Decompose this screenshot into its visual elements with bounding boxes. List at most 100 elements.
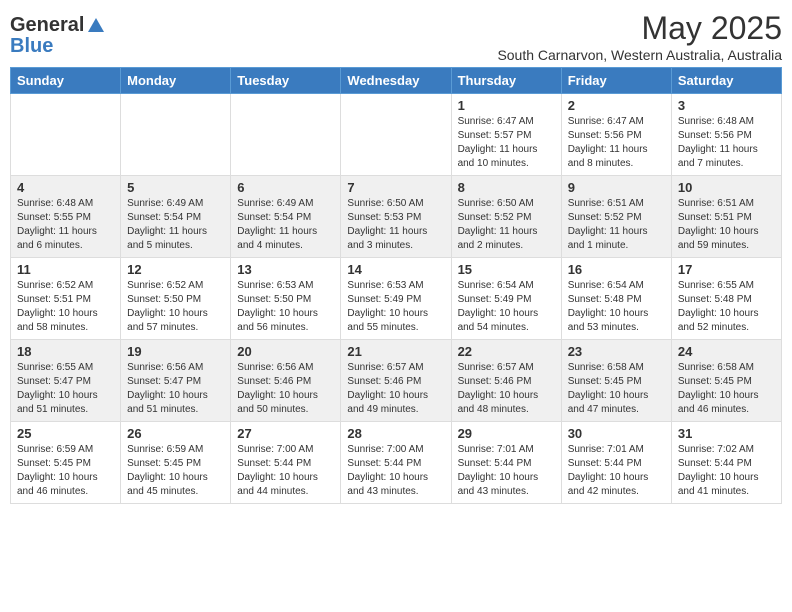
page-header: General Blue May 2025 South Carnarvon, W… (10, 10, 782, 63)
calendar-day-cell: 22Sunrise: 6:57 AM Sunset: 5:46 PM Dayli… (451, 340, 561, 422)
calendar-day-cell: 23 Sunrise: 6:58 AM Sunset: 5:45 PM Dayli… (561, 340, 671, 422)
day-info: Sunrise: 6:50 AM Sunset: 5:53 PM Dayligh… (347, 197, 444, 253)
day-info: Sunrise: 6:54 AM Sunset: 5:49 PM Dayligh… (458, 279, 555, 335)
calendar-empty-cell (11, 94, 121, 176)
calendar-header-row: SundayMondayTuesdayWednesdayThursdayFrid… (11, 68, 782, 94)
weekday-header: Monday (121, 68, 231, 94)
calendar-empty-cell (341, 94, 451, 176)
day-info: Sunrise: 6:49 AM Sunset: 5:54 PM Dayligh… (127, 197, 224, 253)
logo-icon (86, 16, 106, 36)
day-number: 3 (678, 98, 775, 113)
day-info: Sunrise: 6:54 AM Sunset: 5:48 PM Dayligh… (568, 279, 665, 335)
subtitle: South Carnarvon, Western Australia, Aust… (497, 47, 782, 63)
calendar-empty-cell (121, 94, 231, 176)
day-info: Sunrise: 6:47 AM Sunset: 5:57 PM Dayligh… (458, 115, 555, 171)
calendar-day-cell: 20 Sunrise: 6:56 AM Sunset: 5:46 PM Dayli… (231, 340, 341, 422)
day-info: Sunrise: 6:52 AM Sunset: 5:50 PM Dayligh… (127, 279, 224, 335)
day-number: 10 (678, 180, 775, 195)
day-info: Sunrise: 6:58 AM Sunset: 5:45 PM Dayligh… (568, 361, 665, 417)
day-number: 11 (17, 262, 114, 277)
day-info: Sunrise: 6:53 AM Sunset: 5:50 PM Dayligh… (237, 279, 334, 335)
day-info: Sunrise: 6:47 AM Sunset: 5:56 PM Dayligh… (568, 115, 665, 171)
day-number: 30 (568, 426, 665, 441)
weekday-header: Sunday (11, 68, 121, 94)
calendar-day-cell: 1 Sunrise: 6:47 AM Sunset: 5:57 PM Daylig… (451, 94, 561, 176)
day-info: Sunrise: 6:59 AM Sunset: 5:45 PM Dayligh… (127, 443, 224, 499)
calendar-day-cell: 17 Sunrise: 6:55 AM Sunset: 5:48 PM Dayli… (671, 258, 781, 340)
calendar-day-cell: 29Sunrise: 7:01 AM Sunset: 5:44 PM Dayli… (451, 422, 561, 504)
day-number: 2 (568, 98, 665, 113)
day-info: Sunrise: 6:49 AM Sunset: 5:54 PM Dayligh… (237, 197, 334, 253)
logo-general-text: General (10, 14, 84, 37)
calendar-day-cell: 13Sunrise: 6:53 AM Sunset: 5:50 PM Dayli… (231, 258, 341, 340)
calendar-day-cell: 30 Sunrise: 7:01 AM Sunset: 5:44 PM Dayli… (561, 422, 671, 504)
day-number: 6 (237, 180, 334, 195)
day-info: Sunrise: 7:00 AM Sunset: 5:44 PM Dayligh… (237, 443, 334, 499)
calendar-week-row: 1 Sunrise: 6:47 AM Sunset: 5:57 PM Daylig… (11, 94, 782, 176)
day-info: Sunrise: 6:59 AM Sunset: 5:45 PM Dayligh… (17, 443, 114, 499)
calendar-day-cell: 15Sunrise: 6:54 AM Sunset: 5:49 PM Dayli… (451, 258, 561, 340)
day-number: 5 (127, 180, 224, 195)
day-number: 25 (17, 426, 114, 441)
calendar-day-cell: 14 Sunrise: 6:53 AM Sunset: 5:49 PM Dayli… (341, 258, 451, 340)
day-info: Sunrise: 6:48 AM Sunset: 5:56 PM Dayligh… (678, 115, 775, 171)
day-number: 21 (347, 344, 444, 359)
day-number: 9 (568, 180, 665, 195)
day-number: 18 (17, 344, 114, 359)
day-number: 24 (678, 344, 775, 359)
calendar-day-cell: 7 Sunrise: 6:50 AM Sunset: 5:53 PM Daylig… (341, 176, 451, 258)
day-number: 14 (347, 262, 444, 277)
calendar-week-row: 4Sunrise: 6:48 AM Sunset: 5:55 PM Daylig… (11, 176, 782, 258)
logo-blue-text: Blue (10, 35, 53, 58)
calendar-week-row: 25 Sunrise: 6:59 AM Sunset: 5:45 PM Dayli… (11, 422, 782, 504)
day-info: Sunrise: 6:48 AM Sunset: 5:55 PM Dayligh… (17, 197, 114, 253)
day-info: Sunrise: 6:51 AM Sunset: 5:51 PM Dayligh… (678, 197, 775, 253)
calendar-day-cell: 27 Sunrise: 7:00 AM Sunset: 5:44 PM Dayli… (231, 422, 341, 504)
day-number: 31 (678, 426, 775, 441)
day-number: 20 (237, 344, 334, 359)
day-info: Sunrise: 6:55 AM Sunset: 5:48 PM Dayligh… (678, 279, 775, 335)
calendar-day-cell: 31Sunrise: 7:02 AM Sunset: 5:44 PM Dayli… (671, 422, 781, 504)
day-number: 23 (568, 344, 665, 359)
day-info: Sunrise: 6:56 AM Sunset: 5:47 PM Dayligh… (127, 361, 224, 417)
calendar-day-cell: 4Sunrise: 6:48 AM Sunset: 5:55 PM Daylig… (11, 176, 121, 258)
day-info: Sunrise: 6:56 AM Sunset: 5:46 PM Dayligh… (237, 361, 334, 417)
day-number: 7 (347, 180, 444, 195)
day-number: 1 (458, 98, 555, 113)
calendar-day-cell: 12 Sunrise: 6:52 AM Sunset: 5:50 PM Dayli… (121, 258, 231, 340)
weekday-header: Tuesday (231, 68, 341, 94)
day-info: Sunrise: 6:55 AM Sunset: 5:47 PM Dayligh… (17, 361, 114, 417)
calendar-day-cell: 16 Sunrise: 6:54 AM Sunset: 5:48 PM Dayli… (561, 258, 671, 340)
calendar-day-cell: 6 Sunrise: 6:49 AM Sunset: 5:54 PM Daylig… (231, 176, 341, 258)
day-number: 28 (347, 426, 444, 441)
day-number: 16 (568, 262, 665, 277)
weekday-header: Wednesday (341, 68, 451, 94)
day-info: Sunrise: 6:50 AM Sunset: 5:52 PM Dayligh… (458, 197, 555, 253)
calendar-day-cell: 18 Sunrise: 6:55 AM Sunset: 5:47 PM Dayli… (11, 340, 121, 422)
day-number: 12 (127, 262, 224, 277)
day-info: Sunrise: 6:57 AM Sunset: 5:46 PM Dayligh… (347, 361, 444, 417)
calendar-day-cell: 26 Sunrise: 6:59 AM Sunset: 5:45 PM Dayli… (121, 422, 231, 504)
calendar-day-cell: 9 Sunrise: 6:51 AM Sunset: 5:52 PM Daylig… (561, 176, 671, 258)
day-number: 17 (678, 262, 775, 277)
main-title: May 2025 (497, 10, 782, 47)
weekday-header: Friday (561, 68, 671, 94)
day-number: 26 (127, 426, 224, 441)
day-info: Sunrise: 6:57 AM Sunset: 5:46 PM Dayligh… (458, 361, 555, 417)
weekday-header: Saturday (671, 68, 781, 94)
day-info: Sunrise: 7:00 AM Sunset: 5:44 PM Dayligh… (347, 443, 444, 499)
title-section: May 2025 South Carnarvon, Western Austra… (497, 10, 782, 63)
day-number: 19 (127, 344, 224, 359)
calendar-week-row: 11Sunrise: 6:52 AM Sunset: 5:51 PM Dayli… (11, 258, 782, 340)
calendar-day-cell: 8Sunrise: 6:50 AM Sunset: 5:52 PM Daylig… (451, 176, 561, 258)
day-info: Sunrise: 6:53 AM Sunset: 5:49 PM Dayligh… (347, 279, 444, 335)
day-number: 27 (237, 426, 334, 441)
day-info: Sunrise: 6:58 AM Sunset: 5:45 PM Dayligh… (678, 361, 775, 417)
logo: General Blue (10, 14, 106, 58)
calendar-day-cell: 28 Sunrise: 7:00 AM Sunset: 5:44 PM Dayli… (341, 422, 451, 504)
calendar-day-cell: 5 Sunrise: 6:49 AM Sunset: 5:54 PM Daylig… (121, 176, 231, 258)
day-info: Sunrise: 6:51 AM Sunset: 5:52 PM Dayligh… (568, 197, 665, 253)
calendar-table: SundayMondayTuesdayWednesdayThursdayFrid… (10, 67, 782, 504)
day-info: Sunrise: 7:01 AM Sunset: 5:44 PM Dayligh… (568, 443, 665, 499)
weekday-header: Thursday (451, 68, 561, 94)
